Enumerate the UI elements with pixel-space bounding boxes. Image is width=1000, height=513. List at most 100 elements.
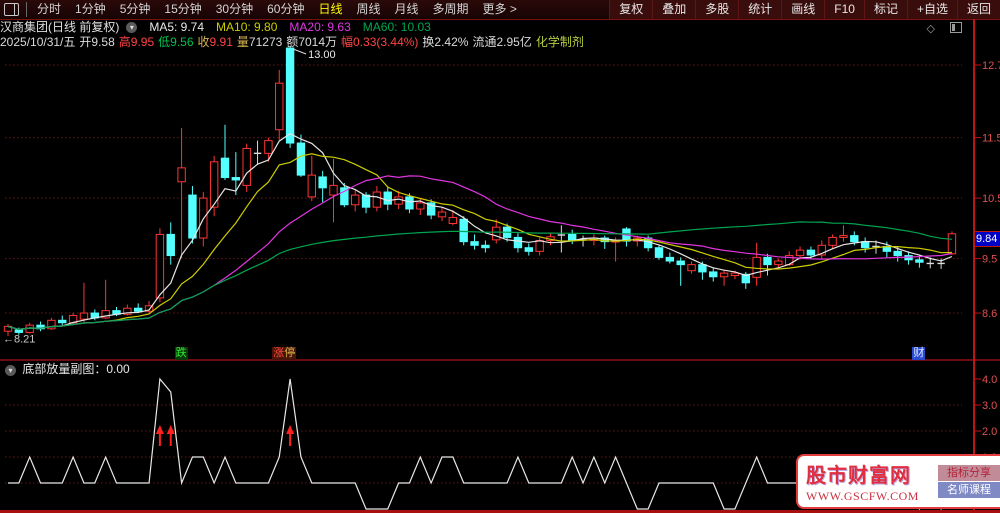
period-menu-item-1分钟[interactable]: 1分钟 [68, 0, 113, 19]
panel-separator[interactable] [0, 359, 1000, 361]
watermark-title: 股市财富网 [806, 459, 938, 488]
price-axis-label: 12.7 [982, 60, 1000, 72]
candle-body [894, 251, 901, 255]
event-tag-涨停[interactable]: 涨停 [272, 347, 296, 360]
watermark-badge-1: 指标分享 [938, 465, 1000, 481]
candle-body [699, 265, 706, 272]
candle-body [80, 313, 87, 319]
buy-arrow-icon [286, 425, 294, 434]
candle-body [710, 272, 717, 277]
candle-body [232, 178, 239, 180]
chevron-down-icon[interactable]: ▾ [126, 22, 137, 33]
candle-body [373, 192, 380, 207]
buy-arrow-icon [167, 425, 175, 434]
watermark-badge-2: 名师课程 [938, 482, 1000, 498]
candle-body [688, 265, 695, 271]
candle-body [525, 248, 532, 252]
price-axis-label: 9.5 [982, 254, 997, 266]
event-tag-跌[interactable]: 跌 [175, 347, 188, 360]
tool-button-统计[interactable]: 统计 [738, 0, 781, 19]
candle-body [460, 219, 467, 241]
period-toolbar: 分时1分钟5分钟15分钟30分钟60分钟日线周线月线多周期更多 > 复权叠加多股… [0, 0, 1000, 20]
sub-indicator-value: 0.00 [106, 362, 129, 376]
tool-button-返回[interactable]: 返回 [957, 0, 1000, 19]
candle-body [471, 242, 478, 246]
tool-button-多股[interactable]: 多股 [695, 0, 738, 19]
candle-body [948, 234, 955, 254]
period-menu: 分时1分钟5分钟15分钟30分钟60分钟日线周线月线多周期更多 > [30, 0, 524, 19]
candle-body [243, 148, 250, 185]
period-menu-item-30分钟[interactable]: 30分钟 [209, 0, 260, 19]
candle-body [840, 236, 847, 238]
stock-header-row: 汉商集团(日线 前复权)▾MA5: 9.74MA10: 9.80MA20: 9.… [0, 20, 1000, 35]
candle-body [796, 250, 803, 255]
candle-body [449, 217, 456, 223]
candle-body [156, 234, 163, 298]
period-menu-item-5分钟[interactable]: 5分钟 [113, 0, 158, 19]
period-menu-item-分时[interactable]: 分时 [30, 0, 68, 19]
current-price-tag: 9.84 [975, 231, 1000, 247]
panel-layout-icon[interactable] [950, 22, 962, 33]
candle-body [406, 197, 413, 209]
candle-body [829, 237, 836, 245]
period-menu-item-更多 >[interactable]: 更多 > [476, 0, 524, 19]
peak-price-label: 13.00 [308, 49, 336, 61]
tool-button-叠加[interactable]: 叠加 [652, 0, 695, 19]
toolbar-divider [26, 2, 27, 17]
candle-body [731, 273, 738, 275]
candle-body [221, 158, 228, 177]
period-menu-item-月线[interactable]: 月线 [388, 0, 426, 19]
tool-button-复权[interactable]: 复权 [609, 0, 652, 19]
price-axis-label: 10.5 [982, 193, 1000, 205]
candle-body [536, 240, 543, 251]
period-menu-item-15分钟[interactable]: 15分钟 [157, 0, 208, 19]
candle-body [362, 195, 369, 207]
period-menu-item-60分钟[interactable]: 60分钟 [260, 0, 311, 19]
period-menu-item-多周期[interactable]: 多周期 [426, 0, 476, 19]
candle-body [764, 257, 771, 264]
tool-button-画线[interactable]: 画线 [781, 0, 824, 19]
diamond-icon[interactable]: ◇ [926, 23, 938, 35]
window-icon[interactable] [4, 3, 19, 16]
candle-body [438, 212, 445, 217]
price-axis-border [973, 19, 975, 510]
candle-body [308, 175, 315, 197]
candle-body [135, 308, 142, 311]
ma-legend: MA20: 9.63 [289, 20, 350, 34]
period-menu-item-日线[interactable]: 日线 [311, 0, 349, 19]
candle-body [514, 237, 521, 247]
candle-body [677, 261, 684, 265]
tool-buttons: 复权叠加多股统计画线F10标记+自选返回 [609, 0, 1000, 19]
main-candlestick-chart[interactable]: 12.711.510.59.58.613.00←8.21 [0, 40, 1000, 360]
tool-button-标记[interactable]: 标记 [864, 0, 907, 19]
candle-body [569, 234, 576, 240]
candle-body [775, 261, 782, 265]
candle-body [297, 143, 304, 175]
candle-body [59, 320, 66, 322]
candle-body [493, 227, 500, 240]
candle-body [265, 141, 272, 154]
ma-legend: MA10: 9.80 [216, 20, 277, 34]
ma10-line [8, 154, 952, 330]
candle-body [189, 195, 196, 238]
candle-body [384, 192, 391, 204]
candle-body [417, 203, 424, 209]
watermark-banner: 股市财富网 WWW.GSCFW.COM 指标分享 名师课程 [796, 454, 1000, 509]
sub-axis-label: 3.0 [982, 400, 997, 412]
candle-body [286, 48, 293, 143]
candle-body [178, 168, 185, 182]
tool-button-F10[interactable]: F10 [824, 0, 864, 19]
period-menu-item-周线[interactable]: 周线 [349, 0, 387, 19]
chevron-down-icon[interactable]: ▾ [5, 365, 16, 376]
stock-app-window: 分时1分钟5分钟15分钟30分钟60分钟日线周线月线多周期更多 > 复权叠加多股… [0, 0, 1000, 513]
candle-body [330, 185, 337, 195]
peak-leader-line [293, 49, 306, 54]
ma-legend: MA5: 9.74 [149, 20, 204, 34]
candle-body [851, 236, 858, 242]
candle-body [167, 234, 174, 255]
candle-body [916, 260, 923, 262]
candle-body [720, 273, 727, 277]
event-tag-财[interactable]: 财 [912, 347, 925, 360]
ma-legend: MA60: 10.03 [363, 20, 431, 34]
tool-button-+自选[interactable]: +自选 [907, 0, 957, 19]
